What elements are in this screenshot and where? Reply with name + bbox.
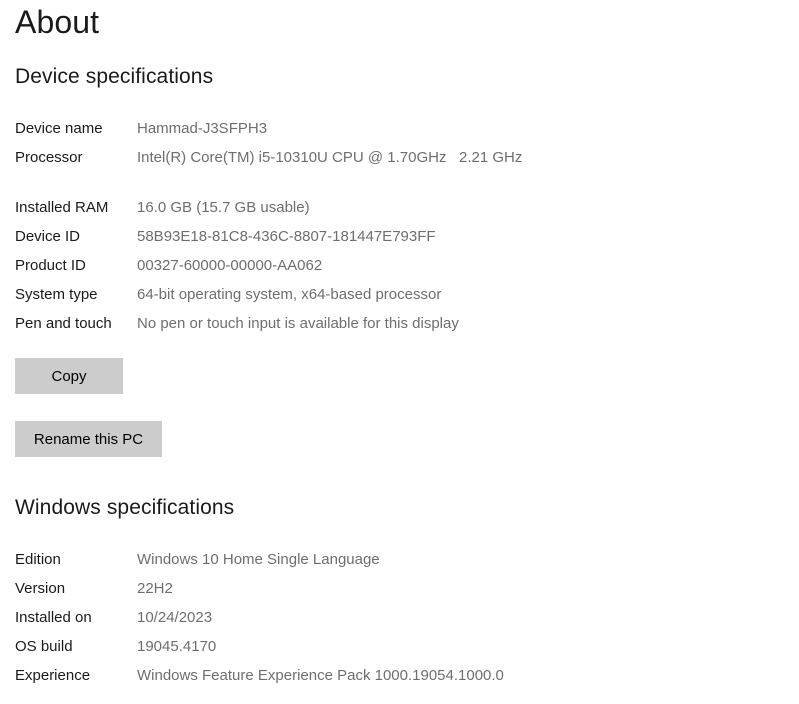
table-row: Device ID 58B93E18-81C8-436C-8807-181447… xyxy=(0,227,780,256)
spec-label-installed-on: Installed on xyxy=(15,609,92,626)
spec-value-device-id: 58B93E18-81C8-436C-8807-181447E793FF xyxy=(137,228,436,245)
spec-value-experience: Windows Feature Experience Pack 1000.190… xyxy=(137,667,504,684)
table-row: Product ID 00327-60000-00000-AA062 xyxy=(0,256,780,285)
spec-label-processor: Processor xyxy=(15,149,83,166)
spec-value-product-id: 00327-60000-00000-AA062 xyxy=(137,257,323,274)
table-row: Installed RAM 16.0 GB (15.7 GB usable) xyxy=(0,198,780,227)
windows-specifications-table: Edition Windows 10 Home Single Language … xyxy=(0,550,780,695)
spec-value-installed-on: 10/24/2023 xyxy=(137,609,213,626)
spec-value-installed-ram: 16.0 GB (15.7 GB usable) xyxy=(137,199,310,216)
spec-label-edition: Edition xyxy=(15,551,61,568)
spec-label-version: Version xyxy=(15,580,66,597)
windows-specifications-heading: Windows specifications xyxy=(15,496,235,519)
spec-label-experience: Experience xyxy=(15,667,91,684)
spec-label-pen-and-touch: Pen and touch xyxy=(15,315,112,332)
spec-value-version: 22H2 xyxy=(137,580,173,597)
spec-label-device-name: Device name xyxy=(15,120,103,137)
spec-value-os-build: 19045.4170 xyxy=(137,638,217,655)
table-row: Installed on 10/24/2023 xyxy=(0,608,780,637)
table-row: Pen and touch No pen or touch input is a… xyxy=(0,314,780,343)
table-row: Device name Hammad-J3SFPH3 xyxy=(0,119,780,148)
spec-label-device-id: Device ID xyxy=(15,228,81,245)
spec-value-edition: Windows 10 Home Single Language xyxy=(137,551,380,568)
table-row: Version 22H2 xyxy=(0,579,780,608)
table-row: OS build 19045.4170 xyxy=(0,637,780,666)
spec-label-os-build: OS build xyxy=(15,638,73,655)
spec-value-system-type: 64-bit operating system, x64-based proce… xyxy=(137,286,442,303)
spec-value-device-name: Hammad-J3SFPH3 xyxy=(137,120,268,137)
spec-label-product-id: Product ID xyxy=(15,257,86,274)
spec-value-pen-and-touch: No pen or touch input is available for t… xyxy=(137,315,459,332)
device-specifications-table: Device name Hammad-J3SFPH3 Processor Int… xyxy=(0,119,780,343)
copy-button[interactable]: Copy xyxy=(15,358,123,394)
page-title: About xyxy=(15,4,100,40)
table-row: Processor Intel(R) Core(TM) i5-10310U CP… xyxy=(0,148,780,198)
table-row: System type 64-bit operating system, x64… xyxy=(0,285,780,314)
spec-value-processor: Intel(R) Core(TM) i5-10310U CPU @ 1.70GH… xyxy=(137,149,523,166)
rename-this-pc-button[interactable]: Rename this PC xyxy=(15,421,162,457)
table-row: Experience Windows Feature Experience Pa… xyxy=(0,666,780,695)
about-settings-page: About Device specifications Device name … xyxy=(0,0,799,704)
spec-label-installed-ram: Installed RAM xyxy=(15,199,109,216)
table-row: Edition Windows 10 Home Single Language xyxy=(0,550,780,579)
spec-label-system-type: System type xyxy=(15,286,98,303)
device-specifications-heading: Device specifications xyxy=(15,65,214,88)
